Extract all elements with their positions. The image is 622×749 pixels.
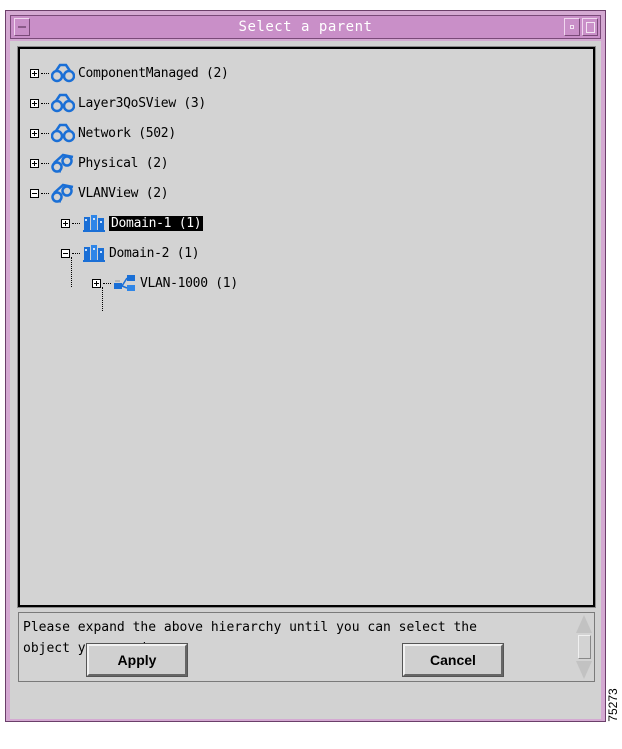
expand-toggle-icon[interactable] <box>92 278 101 288</box>
tree-item-layer3qosview[interactable]: Layer3QoSView (3) <box>30 91 206 115</box>
binoculars-icon <box>51 123 75 143</box>
scroll-up-arrow-icon[interactable] <box>576 615 592 633</box>
cancel-button[interactable]: Cancel <box>402 643 504 677</box>
tree-item-componentmanaged[interactable]: ComponentManaged (2) <box>30 61 229 85</box>
maximize-button[interactable] <box>582 18 598 36</box>
expand-toggle-icon[interactable] <box>30 68 39 78</box>
vlan-icon <box>114 275 135 291</box>
domain-icon <box>83 245 105 262</box>
scroll-thumb[interactable] <box>578 635 591 659</box>
figure-id-text: 75273 <box>606 688 620 722</box>
tree-item-physical[interactable]: Physical (2) <box>30 151 169 175</box>
apply-button[interactable]: Apply <box>86 643 188 677</box>
tree-item-label: Layer3QoSView (3) <box>78 95 206 111</box>
tree-item-label: VLANView (2) <box>78 185 169 201</box>
tree-item-label: ComponentManaged (2) <box>78 65 229 81</box>
physical-view-icon <box>51 153 74 173</box>
window-title: Select a parent <box>238 19 373 35</box>
cancel-button-label: Cancel <box>430 652 476 668</box>
tree-item-domain-2[interactable]: Domain-2 (1) <box>61 241 200 265</box>
tree-item-vlan-1000[interactable]: VLAN-1000 (1) <box>92 271 238 295</box>
apply-button-label: Apply <box>117 652 157 668</box>
hierarchy-tree[interactable]: ComponentManaged (2) Layer3QoSView (3) N… <box>17 46 596 608</box>
figure-id: 75273 <box>605 668 621 746</box>
binoculars-icon <box>51 93 75 113</box>
tree-item-label: Domain-2 (1) <box>109 245 200 261</box>
collapse-toggle-icon[interactable] <box>30 188 39 198</box>
domain-icon <box>83 215 105 232</box>
expand-toggle-icon[interactable] <box>30 128 39 138</box>
expand-toggle-icon[interactable] <box>30 158 39 168</box>
physical-view-icon <box>51 183 74 203</box>
title-bar[interactable]: Select a parent <box>10 15 601 39</box>
tree-item-label: Physical (2) <box>78 155 169 171</box>
expand-toggle-icon[interactable] <box>30 98 39 108</box>
tree-item-network[interactable]: Network (502) <box>30 121 176 145</box>
message-scrollbar[interactable] <box>576 615 592 679</box>
tree-item-label: VLAN-1000 (1) <box>140 275 238 291</box>
collapse-toggle-icon[interactable] <box>61 248 70 258</box>
tree-item-label: Network (502) <box>78 125 176 141</box>
expand-toggle-icon[interactable] <box>61 218 70 228</box>
tree-item-domain-1[interactable]: Domain-1 (1) <box>61 211 204 235</box>
dialog-client-area: ComponentManaged (2) Layer3QoSView (3) N… <box>10 41 601 719</box>
binoculars-icon <box>51 63 75 83</box>
dialog-window: Select a parent ComponentManaged (2) Lay… <box>5 10 606 722</box>
tree-item-vlanview[interactable]: VLANView (2) <box>30 181 169 205</box>
scroll-down-arrow-icon[interactable] <box>576 661 592 679</box>
tree-item-label: Domain-1 (1) <box>109 215 204 231</box>
minimize-button[interactable] <box>564 18 580 36</box>
